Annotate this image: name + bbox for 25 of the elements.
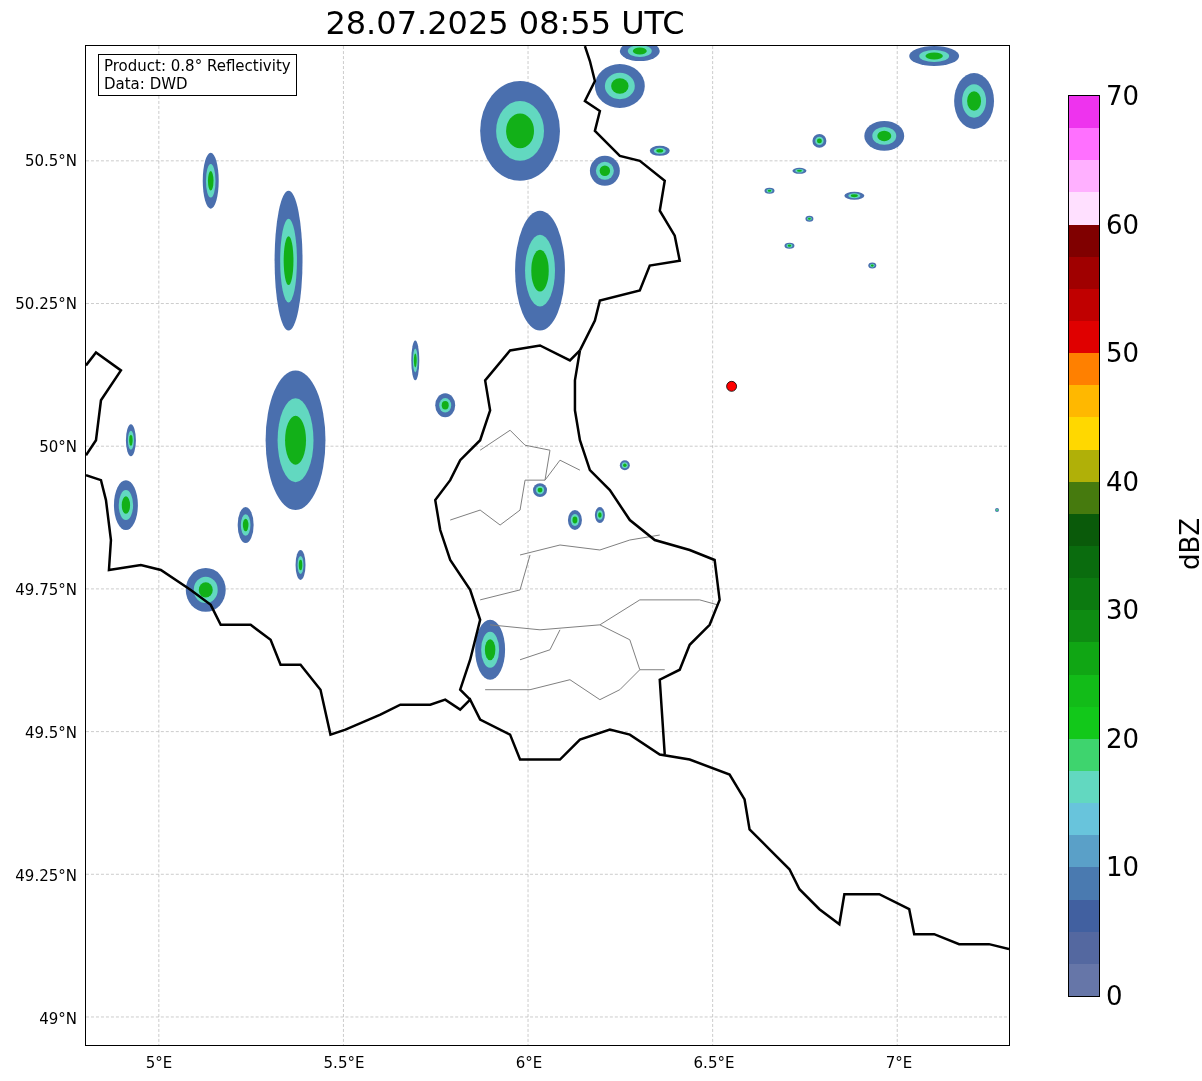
legend-text: Data: DWD bbox=[104, 75, 189, 93]
y-tick-label: 49.25°N bbox=[15, 865, 77, 887]
y-tick-label: 49.5°N bbox=[24, 722, 77, 744]
colorbar-tick-label: 60 bbox=[1106, 211, 1140, 238]
x-tick-label: 7°E bbox=[885, 1053, 913, 1074]
y-tick-label: 50.25°N bbox=[15, 293, 77, 315]
colorbar-tick-label: 40 bbox=[1106, 468, 1140, 495]
colorbar-tick-label: 70 bbox=[1106, 83, 1140, 109]
y-tick-label: 50.5°N bbox=[24, 150, 77, 172]
colorbar-tick-label: 20 bbox=[1106, 725, 1140, 752]
x-tick-label: 5.5°E bbox=[323, 1053, 365, 1074]
colorbar-tick-label: 10 bbox=[1106, 854, 1140, 881]
colorbar-label: dBZ bbox=[1177, 517, 1202, 571]
station-marker bbox=[726, 380, 737, 392]
y-tick-label: 49°N bbox=[39, 1008, 77, 1030]
colorbar-tick-label: 0 bbox=[1106, 983, 1123, 1009]
y-tick-label: 50°N bbox=[39, 436, 77, 458]
colorbar-tick-label: 30 bbox=[1106, 597, 1140, 624]
chart-title: 28.07.2025 08:55 UTC bbox=[325, 6, 685, 39]
colorbar-tick-label: 50 bbox=[1106, 340, 1140, 367]
y-tick-label: 49.75°N bbox=[15, 579, 77, 601]
x-tick-label: 6°E bbox=[515, 1053, 543, 1074]
legend-text: Product: 0.8° Reflectivity bbox=[104, 57, 291, 75]
x-tick-label: 6.5°E bbox=[693, 1053, 735, 1074]
x-tick-label: 5°E bbox=[145, 1053, 173, 1074]
